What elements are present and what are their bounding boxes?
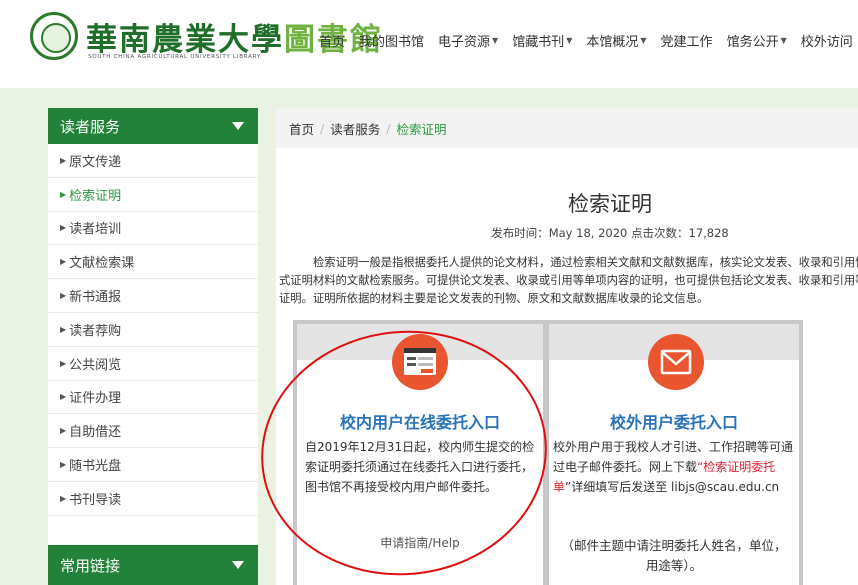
triangle-right-icon: ▶ bbox=[60, 460, 67, 470]
breadcrumb-home[interactable]: 首页 bbox=[289, 119, 314, 138]
page-title: 检索证明 bbox=[568, 192, 652, 216]
sidebar-item-label: 文献检索课 bbox=[69, 256, 135, 272]
breadcrumb-current: 检索证明 bbox=[396, 121, 447, 137]
logo-title-main: 華南農業大學 bbox=[86, 22, 284, 58]
triangle-right-icon: ▶ bbox=[60, 155, 67, 165]
sidebar-item-retrieval-course[interactable]: ▶ 文献检索课 bbox=[48, 245, 258, 280]
paragraph-line: 证明。证明所依据的材料主要是论文发表的刊物、原文和文献数据库收录的论文信息。 bbox=[279, 292, 709, 305]
triangle-down-icon bbox=[232, 561, 244, 569]
nav-item-about[interactable]: 本馆概况 ▼ bbox=[579, 31, 653, 50]
triangle-down-icon bbox=[232, 122, 244, 130]
paragraph-line: 检索证明一般是指根据委托人提供的论文材料，通过检索相关文献和文献数据库，核实论文… bbox=[313, 256, 858, 269]
caret-down-icon: ▼ bbox=[566, 36, 573, 45]
sidebar-item-search-certificate[interactable]: ▶ 检索证明 bbox=[48, 178, 258, 212]
sidebar-item-label: 读者培训 bbox=[69, 222, 122, 238]
nav-label: 党建工作 bbox=[660, 35, 713, 50]
site-header: 華南農業大學圖書館 SOUTH CHINA AGRICULTURAL UNIVE… bbox=[0, 0, 858, 88]
nav-label: 我的图书馆 bbox=[359, 35, 425, 50]
caret-down-icon: ▼ bbox=[640, 36, 647, 45]
article-paragraph: 检索证明一般是指根据委托人提供的论文材料，通过检索相关文献和文献数据库，核实论文… bbox=[279, 254, 858, 308]
sidebar-item-self-checkout[interactable]: ▶ 自助借还 bbox=[48, 414, 258, 449]
internal-entry-text: 自2019年12月31日起，校内师生提交的检索证明委托须通过在线委托入口进行委托… bbox=[305, 440, 535, 494]
sidebar-item-label: 随书光盘 bbox=[69, 459, 122, 475]
triangle-right-icon: ▶ bbox=[60, 426, 67, 436]
sidebar-item-label: 检索证明 bbox=[69, 188, 122, 204]
sidebar-item-card-service[interactable]: ▶ 证件办理 bbox=[48, 381, 258, 415]
help-link[interactable]: 申请指南/Help bbox=[297, 534, 543, 551]
sidebar-item-label: 读者荐购 bbox=[69, 323, 122, 339]
nav-label: 校外访问 bbox=[800, 35, 853, 50]
sidebar-heading-reader-services[interactable]: 读者服务 bbox=[48, 108, 258, 144]
email-subject-note: （邮件主题中请注明委托人姓名，单位，用途等）。 bbox=[561, 538, 787, 573]
nav-label: 馆务公开 bbox=[726, 35, 779, 50]
external-user-card[interactable]: 校外用户委托入口 校外用户用于我校人才引进、工作招聘等可通过电子邮件委托。网上下… bbox=[549, 324, 799, 585]
nav-item-e-resources[interactable]: 电子资源 ▼ bbox=[431, 31, 505, 50]
nav-label: 首页 bbox=[319, 35, 346, 50]
triangle-right-icon: ▶ bbox=[60, 291, 67, 301]
nav-item-party[interactable]: 党建工作 bbox=[654, 31, 720, 50]
sidebar-heading-links[interactable]: 常用链接 bbox=[48, 545, 258, 585]
breadcrumb-section[interactable]: 读者服务 bbox=[330, 119, 380, 138]
breadcrumb-separator: / bbox=[320, 120, 325, 136]
entry-cards: 校内用户在线委托入口 自2019年12月31日起，校内师生提交的检索证明委托须通… bbox=[293, 320, 803, 585]
article-meta: 发布时间：May 18, 2020 点击次数：17,828 bbox=[491, 226, 729, 240]
external-entry-title[interactable]: 校外用户委托入口 bbox=[549, 409, 799, 433]
sidebar-item-reader-training[interactable]: ▶ 读者培训 bbox=[48, 212, 258, 246]
university-emblem-icon bbox=[30, 12, 78, 60]
sidebar-item-label: 新书通报 bbox=[69, 290, 122, 306]
external-text-part: ”详细填写后发送至 libjs@scau.edu.cn bbox=[565, 480, 780, 494]
external-entry-text: 校外用户用于我校人才引进、工作招聘等可通过电子邮件委托。网上下载“检索证明委托单… bbox=[553, 437, 797, 497]
sidebar-item-recommend[interactable]: ▶ 读者荐购 bbox=[48, 313, 258, 347]
sidebar-item-public-reading[interactable]: ▶ 公共阅览 bbox=[48, 347, 258, 381]
caret-down-icon: ▼ bbox=[492, 36, 499, 45]
triangle-right-icon: ▶ bbox=[60, 223, 67, 233]
sidebar-item-label: 书刊导读 bbox=[69, 492, 122, 508]
nav-item-my-library[interactable]: 我的图书馆 bbox=[352, 31, 431, 50]
form-screen-icon bbox=[392, 334, 448, 390]
caret-down-icon: ▼ bbox=[780, 36, 787, 45]
paragraph-line: 式证明材料的文献检索服务。可提供论文发表、收录或引用等单项内容的证明，也可提供包… bbox=[279, 274, 858, 287]
nav-label: 电子资源 bbox=[438, 35, 491, 50]
sidebar-item-book-cd[interactable]: ▶ 随书光盘 bbox=[48, 448, 258, 482]
library-logo[interactable]: 華南農業大學圖書館 SOUTH CHINA AGRICULTURAL UNIVE… bbox=[30, 12, 381, 62]
sidebar-item-new-books[interactable]: ▶ 新书通报 bbox=[48, 279, 258, 313]
logo-subtitle: SOUTH CHINA AGRICULTURAL UNIVERSITY LIBR… bbox=[88, 54, 261, 60]
nav-item-affairs[interactable]: 馆务公开 ▼ bbox=[720, 31, 794, 50]
main-nav: 首页 我的图书馆 电子资源 ▼ 馆藏书刊 ▼ 本馆概况 ▼ 党建工作 馆务公开 ▼ 校外… bbox=[312, 31, 858, 50]
sidebar-item-document-delivery[interactable]: ▶ 原文传递 bbox=[48, 144, 258, 178]
triangle-right-icon: ▶ bbox=[60, 493, 67, 503]
triangle-right-icon: ▶ bbox=[60, 257, 67, 267]
sidebar-item-reading-guide[interactable]: ▶ 书刊导读 bbox=[48, 482, 258, 516]
sidebar-item-label: 自助借还 bbox=[69, 425, 122, 441]
breadcrumb-separator: / bbox=[386, 120, 391, 136]
sidebar-item-label: 公共阅览 bbox=[69, 357, 122, 373]
sidebar-heading-label: 常用链接 bbox=[60, 556, 121, 575]
nav-item-collections[interactable]: 馆藏书刊 ▼ bbox=[505, 31, 579, 50]
breadcrumb: 首页 / 读者服务 / 检索证明 bbox=[276, 108, 858, 148]
triangle-right-icon: ▶ bbox=[60, 324, 67, 334]
internal-user-card[interactable]: 校内用户在线委托入口 自2019年12月31日起，校内师生提交的检索证明委托须通… bbox=[297, 324, 543, 585]
triangle-right-icon: ▶ bbox=[60, 392, 67, 402]
sidebar: 读者服务 ▶ 原文传递 ▶ 检索证明 ▶ 读者培训 ▶ 文献检索课 ▶ 新书通报 ▶ 读者荐… bbox=[48, 108, 258, 585]
triangle-right-icon: ▶ bbox=[60, 189, 67, 199]
nav-label: 本馆概况 bbox=[586, 35, 639, 50]
nav-item-home[interactable]: 首页 bbox=[312, 31, 352, 50]
envelope-icon bbox=[648, 334, 704, 390]
triangle-right-icon: ▶ bbox=[60, 358, 67, 368]
sidebar-item-label: 原文传递 bbox=[69, 154, 122, 170]
internal-entry-title[interactable]: 校内用户在线委托入口 bbox=[297, 409, 543, 433]
sidebar-heading-label: 读者服务 bbox=[60, 117, 121, 136]
nav-label: 馆藏书刊 bbox=[512, 35, 565, 50]
main-content: 首页 / 读者服务 / 检索证明 检索证明 发布时间：May 18, 2020 … bbox=[276, 108, 858, 585]
sidebar-list: ▶ 原文传递 ▶ 检索证明 ▶ 读者培训 ▶ 文献检索课 ▶ 新书通报 ▶ 读者荐购 ▶ 公共… bbox=[48, 144, 258, 516]
nav-item-offcampus[interactable]: 校外访问 bbox=[794, 31, 858, 50]
sidebar-item-label: 证件办理 bbox=[69, 391, 122, 407]
